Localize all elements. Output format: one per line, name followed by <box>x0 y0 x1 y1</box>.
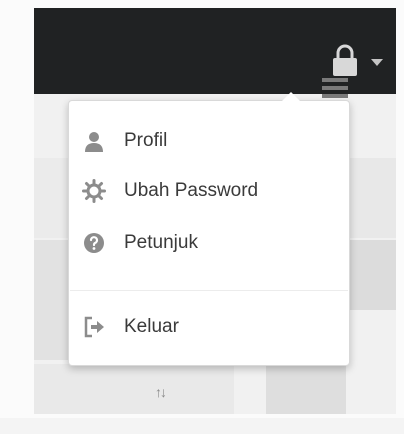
background-panel <box>34 240 68 360</box>
help-icon <box>80 231 108 255</box>
background-panel <box>350 240 396 310</box>
menu-item-label: Petunjuk <box>124 232 198 253</box>
menu-divider <box>70 290 348 291</box>
menu-item-label: Keluar <box>124 316 179 337</box>
background-panel <box>34 158 68 238</box>
logout-icon <box>80 315 108 339</box>
menu-item-petunjuk[interactable]: Petunjuk <box>80 226 340 260</box>
background-panel <box>350 158 396 238</box>
user-icon <box>80 129 108 153</box>
background-panel <box>34 364 234 414</box>
menu-item-profil[interactable]: Profil <box>80 124 340 158</box>
sort-icon[interactable]: ↑↓ <box>140 384 180 404</box>
page-bottom-edge <box>0 418 404 434</box>
gear-icon <box>80 179 108 203</box>
menu-item-label: Profil <box>124 130 168 151</box>
menu-item-keluar[interactable]: Keluar <box>80 310 340 344</box>
caret-down-icon <box>371 59 383 66</box>
menu-item-label: Ubah Password <box>124 180 259 201</box>
dropdown-pointer <box>282 92 300 101</box>
menu-item-ubah-password[interactable]: Ubah Password <box>80 174 340 208</box>
background-panel <box>266 364 346 414</box>
